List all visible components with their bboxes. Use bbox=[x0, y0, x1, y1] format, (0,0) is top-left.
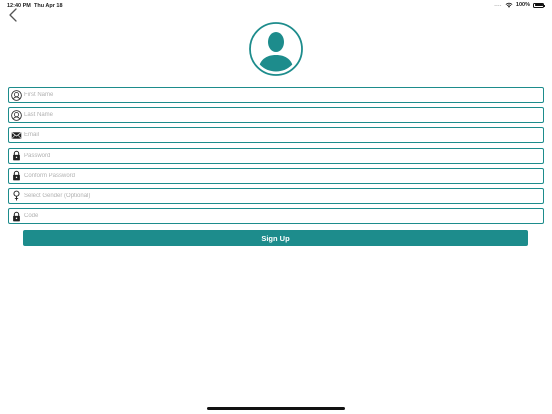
envelope-icon bbox=[11, 132, 22, 139]
confirm-password-input[interactable] bbox=[24, 169, 524, 182]
person-face-icon bbox=[11, 109, 22, 121]
home-indicator[interactable] bbox=[207, 407, 345, 410]
status-date: Thu Apr 18 bbox=[34, 3, 63, 9]
gender-select[interactable] bbox=[24, 189, 524, 202]
email-field[interactable] bbox=[8, 127, 544, 144]
status-bar: 12:40 PM Thu Apr 18 .... 100% bbox=[0, 0, 552, 11]
last-name-input[interactable] bbox=[24, 109, 524, 122]
battery-icon bbox=[533, 2, 545, 8]
lock-icon bbox=[13, 171, 20, 181]
signup-form bbox=[8, 87, 544, 228]
female-symbol-icon bbox=[13, 191, 20, 201]
lock-icon bbox=[13, 150, 20, 161]
status-indicators: .... 100% bbox=[494, 2, 545, 8]
person-face-icon bbox=[11, 89, 22, 101]
password-field[interactable] bbox=[8, 147, 544, 164]
wifi-icon bbox=[505, 2, 513, 8]
signal-icon: .... bbox=[494, 2, 502, 8]
battery-percentage: 100% bbox=[515, 2, 530, 8]
code-field[interactable] bbox=[8, 208, 544, 225]
gender-field[interactable] bbox=[8, 187, 544, 204]
back-chevron-icon[interactable] bbox=[7, 8, 19, 22]
lock-icon bbox=[13, 211, 20, 221]
password-input[interactable] bbox=[24, 149, 524, 162]
last-name-field[interactable] bbox=[8, 107, 544, 124]
code-input[interactable] bbox=[24, 210, 524, 223]
user-avatar-icon[interactable] bbox=[249, 22, 303, 76]
confirm-password-field[interactable] bbox=[8, 167, 544, 184]
first-name-input[interactable] bbox=[24, 89, 524, 101]
sign-up-button[interactable]: Sign Up bbox=[23, 230, 528, 246]
first-name-field[interactable] bbox=[8, 87, 544, 103]
email-input[interactable] bbox=[24, 129, 524, 142]
